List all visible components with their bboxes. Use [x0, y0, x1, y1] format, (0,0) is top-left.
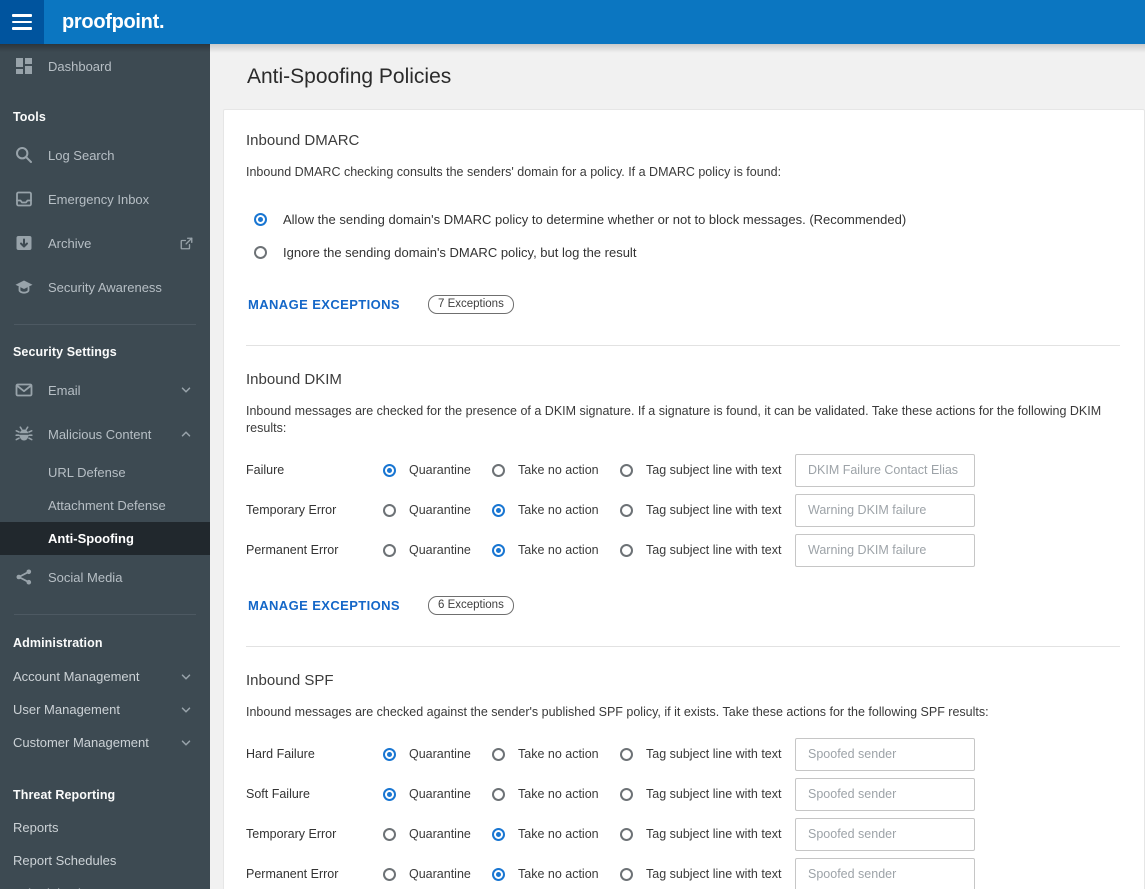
dkim-row-permanent-error: Permanent Error Quarantine Take no actio…: [246, 530, 1120, 570]
spf-row-temporary-error: Temporary Error Quarantine Take no actio…: [246, 814, 1120, 854]
share-icon: [14, 567, 34, 587]
main-content: Anti-Spoofing Policies Inbound DMARC Inb…: [210, 44, 1145, 889]
radio-take-no-action[interactable]: Take no action: [492, 867, 620, 881]
proofpoint-logo: proofpoint.: [62, 10, 165, 33]
radio-button[interactable]: [254, 213, 267, 226]
sidebar-header-threat-reporting: Threat Reporting: [13, 788, 116, 802]
search-icon: [14, 145, 34, 165]
sidebar-item-url-defense[interactable]: URL Defense: [0, 456, 210, 489]
manage-exceptions-button-dmarc[interactable]: MANAGE EXCEPTIONS: [246, 291, 402, 318]
radio-tag-subject[interactable]: Tag subject line with text: [620, 463, 795, 477]
sidebar-item-archive[interactable]: Archive: [0, 221, 210, 265]
sidebar-item-user-management[interactable]: User Management: [0, 693, 210, 726]
radio-button[interactable]: [254, 246, 267, 259]
external-link-icon: [178, 235, 194, 251]
sidebar-item-schedule-list[interactable]: Schedule List: [0, 877, 210, 889]
bug-icon: [14, 424, 34, 444]
sidebar-item-account-management[interactable]: Account Management: [0, 660, 210, 693]
tag-text-input[interactable]: [795, 857, 975, 889]
sidebar-header-tools: Tools: [13, 110, 46, 124]
section-heading: Inbound SPF: [246, 672, 334, 689]
sidebar-divider: [14, 324, 196, 325]
dmarc-option-allow[interactable]: Allow the sending domain's DMARC policy …: [246, 203, 1120, 236]
radio-take-no-action[interactable]: Take no action: [492, 827, 620, 841]
tag-text-input[interactable]: [795, 453, 975, 487]
sidebar-item-attachment-defense[interactable]: Attachment Defense: [0, 489, 210, 522]
archive-icon: [14, 233, 34, 253]
spf-row-soft-failure: Soft Failure Quarantine Take no action T…: [246, 774, 1120, 814]
sidebar-divider: [14, 614, 196, 615]
tag-text-input[interactable]: [795, 533, 975, 567]
section-description: Inbound messages are checked for the pre…: [246, 404, 1102, 435]
radio-quarantine[interactable]: Quarantine: [383, 543, 492, 557]
section-inbound-dmarc: Inbound DMARC Inbound DMARC checking con…: [246, 132, 1120, 345]
radio-take-no-action[interactable]: Take no action: [492, 463, 620, 477]
chevron-down-icon: [178, 669, 194, 685]
section-inbound-spf: Inbound SPF Inbound messages are checked…: [246, 646, 1120, 889]
dmarc-option-ignore[interactable]: Ignore the sending domain's DMARC policy…: [246, 236, 1120, 269]
sidebar-header-administration: Administration: [13, 636, 103, 650]
dkim-row-failure: Failure Quarantine Take no action Tag su…: [246, 450, 1120, 490]
sidebar: Dashboard Tools Log Search Emergency Inb…: [0, 44, 210, 889]
page-title: Anti-Spoofing Policies: [247, 65, 452, 88]
section-heading: Inbound DMARC: [246, 132, 360, 149]
radio-quarantine[interactable]: Quarantine: [383, 747, 492, 761]
manage-exceptions-button-dkim[interactable]: MANAGE EXCEPTIONS: [246, 592, 402, 619]
top-bar: proofpoint.: [0, 0, 1145, 44]
sidebar-item-customer-management[interactable]: Customer Management: [0, 726, 210, 759]
radio-take-no-action[interactable]: Take no action: [492, 543, 620, 557]
section-inbound-dkim: Inbound DKIM Inbound messages are checke…: [246, 345, 1120, 646]
sidebar-item-emergency-inbox[interactable]: Emergency Inbox: [0, 177, 210, 221]
sidebar-item-dashboard[interactable]: Dashboard: [0, 44, 210, 88]
tag-text-input[interactable]: [795, 817, 975, 851]
section-description: Inbound DMARC checking consults the send…: [246, 165, 782, 179]
spf-row-hard-failure: Hard Failure Quarantine Take no action T…: [246, 734, 1120, 774]
tag-text-input[interactable]: [795, 737, 975, 771]
sidebar-header-security-settings: Security Settings: [13, 345, 117, 359]
radio-quarantine[interactable]: Quarantine: [383, 787, 492, 801]
radio-quarantine[interactable]: Quarantine: [383, 867, 492, 881]
exceptions-count-badge: 6 Exceptions: [427, 596, 514, 615]
sidebar-item-report-schedules[interactable]: Report Schedules: [0, 844, 210, 877]
sidebar-item-reports[interactable]: Reports: [0, 811, 210, 844]
radio-take-no-action[interactable]: Take no action: [492, 747, 620, 761]
tag-text-input[interactable]: [795, 777, 975, 811]
radio-quarantine[interactable]: Quarantine: [383, 463, 492, 477]
dashboard-icon: [14, 56, 34, 76]
mail-icon: [14, 380, 34, 400]
sidebar-item-social-media[interactable]: Social Media: [0, 555, 210, 599]
sidebar-item-log-search[interactable]: Log Search: [0, 133, 210, 177]
radio-take-no-action[interactable]: Take no action: [492, 503, 620, 517]
graduation-cap-icon: [14, 277, 34, 297]
hamburger-menu-button[interactable]: [0, 0, 44, 44]
policies-card: Inbound DMARC Inbound DMARC checking con…: [223, 109, 1145, 889]
chevron-down-icon: [178, 382, 194, 398]
radio-take-no-action[interactable]: Take no action: [492, 787, 620, 801]
sidebar-item-email[interactable]: Email: [0, 368, 210, 412]
section-description: Inbound messages are checked against the…: [246, 705, 989, 719]
chevron-down-icon: [178, 702, 194, 718]
tag-text-input[interactable]: [795, 493, 975, 527]
chevron-down-icon: [178, 735, 194, 751]
radio-tag-subject[interactable]: Tag subject line with text: [620, 503, 795, 517]
radio-quarantine[interactable]: Quarantine: [383, 827, 492, 841]
sidebar-item-label: Dashboard: [48, 58, 112, 74]
dkim-row-temporary-error: Temporary Error Quarantine Take no actio…: [246, 490, 1120, 530]
sidebar-item-security-awareness[interactable]: Security Awareness: [0, 265, 210, 309]
sidebar-item-anti-spoofing[interactable]: Anti-Spoofing: [0, 522, 210, 555]
radio-tag-subject[interactable]: Tag subject line with text: [620, 543, 795, 557]
chevron-up-icon: [178, 426, 194, 442]
radio-tag-subject[interactable]: Tag subject line with text: [620, 787, 795, 801]
radio-quarantine[interactable]: Quarantine: [383, 503, 492, 517]
radio-tag-subject[interactable]: Tag subject line with text: [620, 867, 795, 881]
exceptions-count-badge: 7 Exceptions: [427, 295, 514, 314]
radio-tag-subject[interactable]: Tag subject line with text: [620, 747, 795, 761]
inbox-icon: [14, 189, 34, 209]
radio-tag-subject[interactable]: Tag subject line with text: [620, 827, 795, 841]
section-heading: Inbound DKIM: [246, 371, 342, 388]
sidebar-item-malicious-content[interactable]: Malicious Content: [0, 412, 210, 456]
spf-row-permanent-error: Permanent Error Quarantine Take no actio…: [246, 854, 1120, 889]
hamburger-menu-icon: [12, 14, 32, 17]
